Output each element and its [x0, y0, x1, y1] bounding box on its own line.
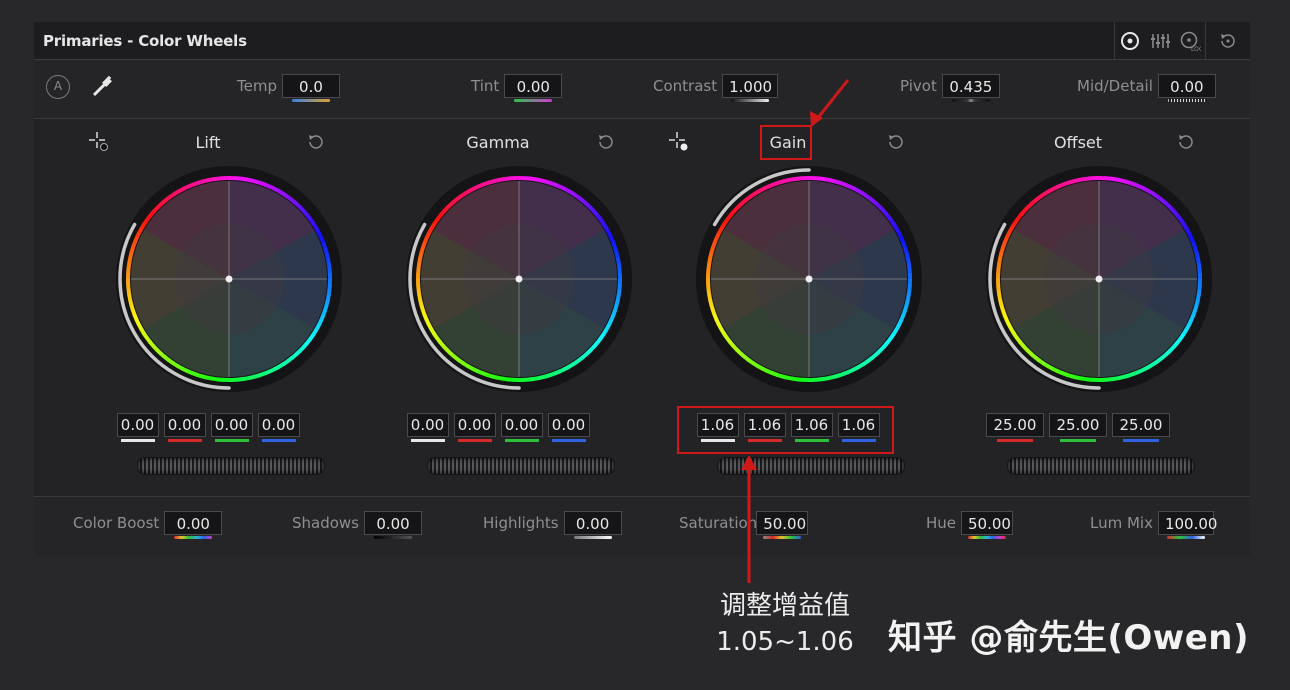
annotation-arrows: [741, 79, 850, 583]
annotation-caption: 调整增益值 1.05~1.06: [700, 588, 870, 660]
watermark: 知乎 @俞先生(Owen): [888, 618, 1249, 658]
annotation-line-1: 调整增益值: [719, 591, 850, 621]
arrow-line-to-gain-title: [815, 79, 850, 120]
annotation-line-2: 1.05~1.06: [716, 627, 854, 657]
arrow-head-icon: [741, 455, 757, 470]
